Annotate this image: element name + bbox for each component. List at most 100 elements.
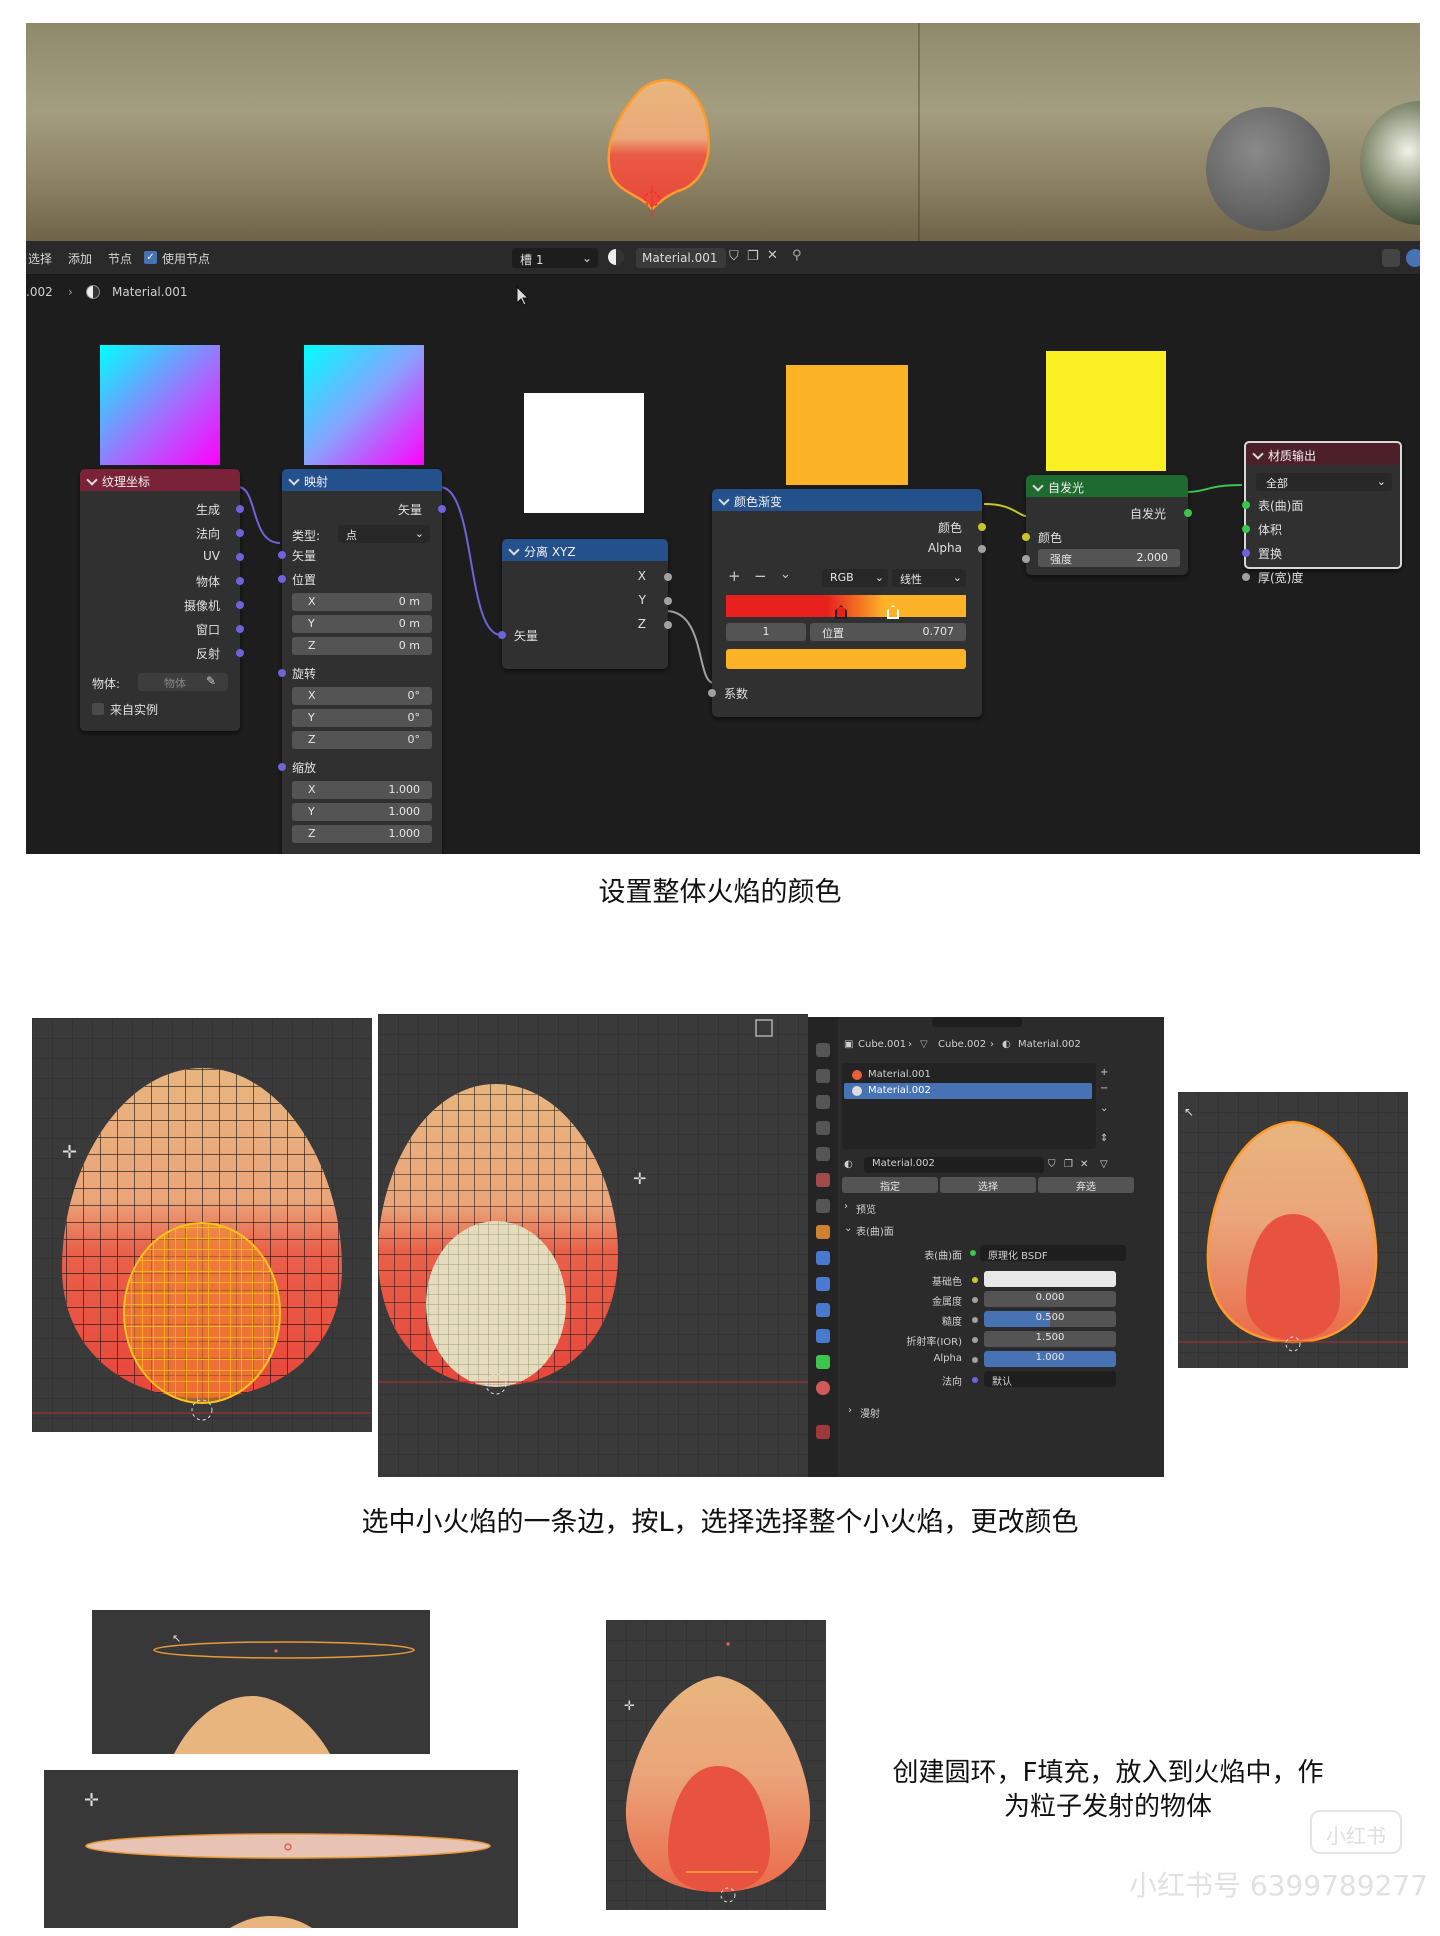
texture-coordinate-node[interactable]: 纹理坐标 生成 法向 UV 物体 摄像机 窗口 反射 物体: 物体 ✎ 来自实例: [80, 469, 244, 731]
surface-section[interactable]: 表(曲)面: [856, 1223, 894, 1238]
socket[interactable]: [236, 577, 244, 585]
socket[interactable]: [1184, 509, 1192, 517]
menu-select[interactable]: 选择: [28, 250, 52, 267]
material-output-node[interactable]: 材质输出 全部 ⌄ 表(曲)面 体积 置换 厚(宽)度: [1242, 441, 1402, 585]
socket[interactable]: [1022, 533, 1030, 541]
breadcrumb-material[interactable]: Material.002: [1018, 1039, 1081, 1050]
collection-icon[interactable]: [816, 1199, 830, 1213]
node-title[interactable]: 颜色渐变: [712, 489, 982, 511]
scale-y[interactable]: Y 1.000: [292, 803, 432, 821]
add-stop-icon[interactable]: +: [728, 567, 741, 585]
material-name-field[interactable]: Material.002: [864, 1157, 1044, 1173]
fake-user-shield-icon[interactable]: ⛉: [729, 249, 739, 264]
socket[interactable]: [278, 669, 286, 677]
menu-add[interactable]: 添加: [68, 250, 92, 267]
view-layer-icon[interactable]: [816, 1121, 830, 1135]
scale-z[interactable]: Z 1.000: [292, 825, 432, 843]
strength-field[interactable]: 强度 2.000: [1038, 549, 1180, 567]
socket[interactable]: [236, 505, 244, 513]
constraints-icon[interactable]: [816, 1329, 830, 1343]
node-title[interactable]: 材质输出: [1246, 443, 1400, 465]
socket[interactable]: [978, 545, 986, 553]
node-title[interactable]: 分离 XYZ: [502, 539, 668, 561]
material-name-field[interactable]: Material.001: [636, 248, 726, 268]
socket[interactable]: [278, 551, 286, 559]
color-mode-dropdown[interactable]: RGB ⌄: [822, 569, 888, 587]
node-title[interactable]: 纹理坐标: [80, 469, 240, 491]
socket[interactable]: [1242, 573, 1250, 581]
breadcrumb-object[interactable]: Cube.001: [858, 1039, 906, 1050]
base-color-field[interactable]: [984, 1271, 1116, 1287]
eyedropper-icon[interactable]: ✎: [206, 674, 216, 688]
3d-viewport[interactable]: [26, 23, 1420, 241]
assign-button[interactable]: 指定: [842, 1177, 938, 1193]
breadcrumb-object[interactable]: .002: [26, 285, 53, 299]
socket[interactable]: [236, 601, 244, 609]
slot-dropdown[interactable]: 槽 1 ⌄: [512, 248, 598, 268]
menu-node[interactable]: 节点: [108, 250, 132, 267]
chevron-down-icon[interactable]: ⌄: [780, 567, 791, 582]
duplicate-icon[interactable]: ❐: [1064, 1159, 1073, 1170]
data-icon[interactable]: [816, 1355, 830, 1369]
rotation-x[interactable]: X 0°: [292, 687, 432, 705]
socket[interactable]: [978, 523, 986, 531]
type-dropdown[interactable]: 点 ⌄: [338, 525, 430, 543]
emission-node[interactable]: 自发光 自发光 颜色 强度 2.000: [1022, 475, 1192, 575]
stop-position-field[interactable]: 位置 0.707: [810, 623, 966, 641]
surface-shader-field[interactable]: 原理化 BSDF: [980, 1245, 1126, 1262]
close-icon[interactable]: ✕: [1080, 1159, 1088, 1170]
chevron-down-icon[interactable]: ⌄: [1100, 1103, 1108, 1114]
fake-user-shield-icon[interactable]: ⛉: [1048, 1159, 1056, 1170]
socket[interactable]: [438, 505, 446, 513]
alpha-field[interactable]: 1.000: [984, 1351, 1116, 1367]
socket[interactable]: [236, 649, 244, 657]
remove-stop-icon[interactable]: −: [754, 567, 767, 585]
socket[interactable]: [1242, 549, 1250, 557]
material-sphere-icon[interactable]: ◐: [844, 1159, 853, 1170]
node-canvas[interactable]: 纹理坐标 生成 法向 UV 物体 摄像机 窗口 反射 物体: 物体 ✎ 来自实例…: [26, 285, 1420, 854]
separate-xyz-node[interactable]: 分离 XYZ X Y Z 矢量: [498, 539, 672, 669]
scale-x[interactable]: X 1.000: [292, 781, 432, 799]
location-x[interactable]: X0 m: [292, 593, 432, 611]
socket[interactable]: [1022, 555, 1030, 563]
socket[interactable]: [278, 575, 286, 583]
mapping-node[interactable]: 映射 矢量 类型: 点 ⌄ 矢量 位置 X0 m Y0 m Z0 m 旋转 X 0°…: [278, 469, 446, 854]
world-icon[interactable]: [816, 1173, 830, 1187]
rotation-y[interactable]: Y 0°: [292, 709, 432, 727]
render-icon[interactable]: [816, 1069, 830, 1083]
remove-slot-icon[interactable]: −: [1100, 1083, 1108, 1094]
ior-field[interactable]: 1.500: [984, 1331, 1116, 1347]
shaded-viewport-2[interactable]: ✛: [606, 1620, 826, 1910]
from-instancer-checkbox[interactable]: [92, 703, 104, 715]
socket[interactable]: [1242, 525, 1250, 533]
scene-icon[interactable]: [816, 1147, 830, 1161]
socket[interactable]: [236, 625, 244, 633]
normal-field[interactable]: 默认: [984, 1371, 1116, 1388]
socket[interactable]: [236, 529, 244, 537]
socket[interactable]: [236, 553, 244, 561]
socket[interactable]: [664, 573, 672, 581]
node-title[interactable]: 自发光: [1026, 475, 1188, 497]
color-ramp-node[interactable]: 颜色渐变 颜色 Alpha + − ⌄ RGB ⌄ 线性 ⌄ 1 位置 0.707 系…: [708, 489, 986, 717]
search-input[interactable]: [932, 1017, 1022, 1027]
slot-item-material-001[interactable]: Material.001: [844, 1067, 1092, 1083]
modifier-icon[interactable]: [816, 1251, 830, 1265]
socket[interactable]: [1242, 501, 1250, 509]
tool-icon[interactable]: [816, 1043, 830, 1057]
texture-icon[interactable]: [816, 1425, 830, 1439]
select-button[interactable]: 选择: [940, 1177, 1036, 1193]
node-title[interactable]: 映射: [282, 469, 442, 491]
add-slot-icon[interactable]: +: [1100, 1067, 1108, 1078]
socket[interactable]: [664, 597, 672, 605]
preview-section[interactable]: 预览: [856, 1201, 876, 1216]
deselect-button[interactable]: 弃选: [1038, 1177, 1134, 1193]
ring-viewport-1[interactable]: ↖: [92, 1610, 430, 1754]
metallic-field[interactable]: 0.000: [984, 1291, 1116, 1307]
object-icon[interactable]: [816, 1225, 830, 1239]
use-nodes-checkbox[interactable]: ✓: [144, 251, 157, 264]
location-y[interactable]: Y0 m: [292, 615, 432, 633]
shaded-viewport[interactable]: ↖: [1178, 1092, 1408, 1368]
pin-icon[interactable]: ⚲: [792, 248, 802, 263]
flame-object[interactable]: [596, 53, 726, 233]
ring-viewport-2[interactable]: ✛: [44, 1770, 518, 1928]
